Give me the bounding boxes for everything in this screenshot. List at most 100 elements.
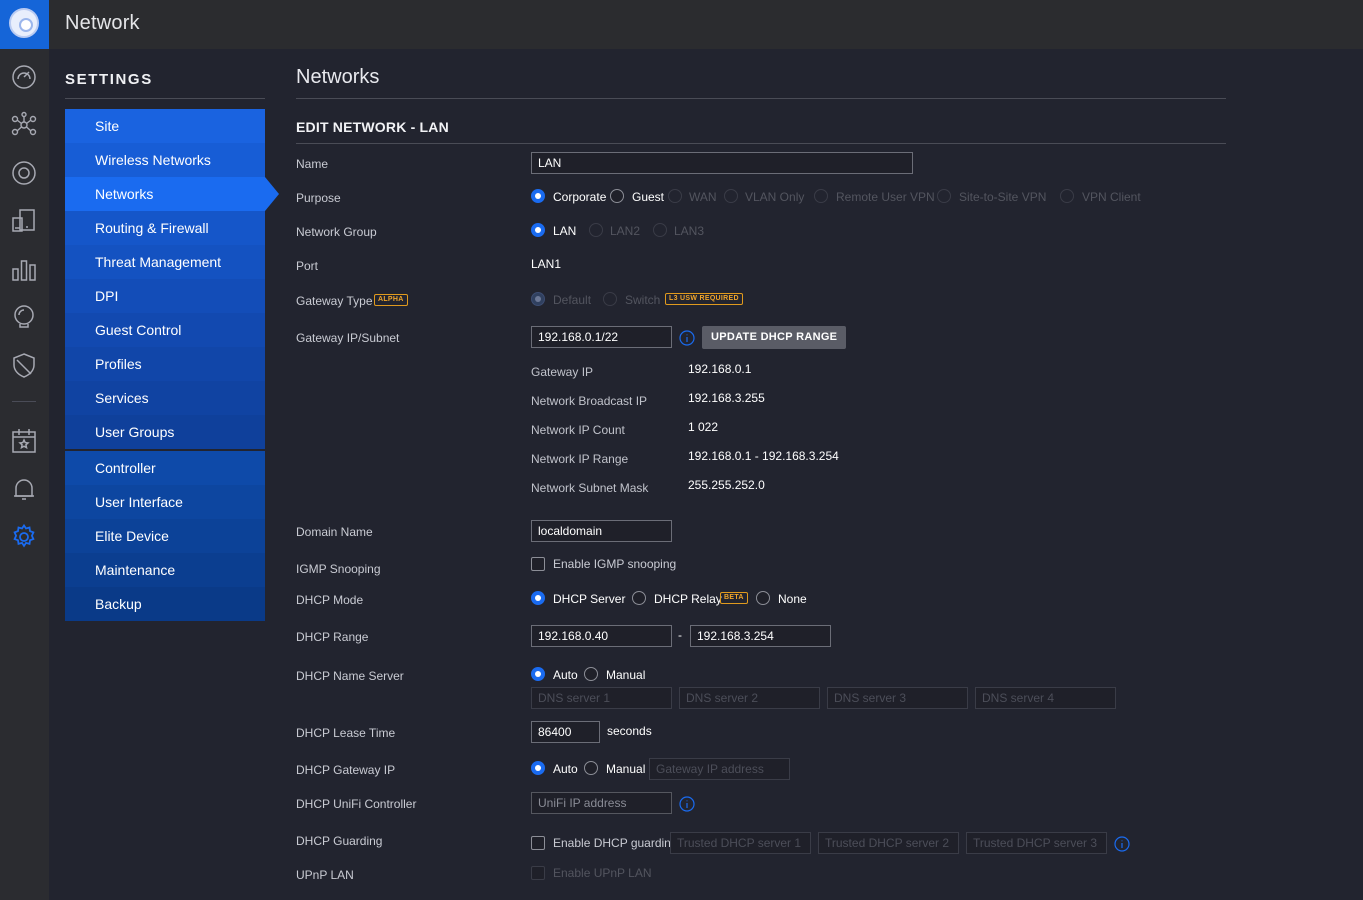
gateway-ip-label: Gateway IP: [531, 365, 594, 379]
unifi-logo-icon[interactable]: [0, 0, 49, 49]
unifi-ip-address-input[interactable]: UniFi IP address: [531, 792, 672, 814]
nav-item-guest-control[interactable]: Guest Control: [65, 313, 265, 347]
statistics-icon[interactable]: [10, 255, 38, 283]
dhcp-gateway-ip-input[interactable]: Gateway IP address: [649, 758, 790, 780]
nav-item-networks[interactable]: Networks: [65, 177, 279, 211]
dhcp-lease-time-input[interactable]: 86400: [531, 721, 600, 743]
dashboard-icon[interactable]: [10, 63, 38, 91]
nav-item-site[interactable]: Site: [65, 109, 265, 143]
dhcp-gateway-ip-option-label: Manual: [606, 762, 646, 776]
nav-item-elite-device[interactable]: Elite Device: [65, 519, 265, 553]
upnp-lan-checkbox[interactable]: [531, 866, 545, 880]
dhcp-gateway-ip-radio-manual[interactable]: [584, 761, 598, 775]
dhcp-name-server-option-label: Auto: [553, 668, 578, 682]
network-group-radio-lan[interactable]: [531, 223, 545, 237]
dns-server-4-input[interactable]: DNS server 4: [975, 687, 1116, 709]
igmp-snooping-label: IGMP Snooping: [296, 562, 381, 576]
nav-item-threat-management[interactable]: Threat Management: [65, 245, 265, 279]
gateway-type-label: Gateway Type: [296, 294, 373, 308]
network-group-option-label: LAN3: [674, 224, 705, 238]
nav-item-services[interactable]: Services: [65, 381, 265, 415]
update-dhcp-range-button[interactable]: UPDATE DHCP RANGE: [702, 326, 847, 349]
nav-item-profiles[interactable]: Profiles: [65, 347, 265, 381]
trusted-dhcp-server-2-input[interactable]: Trusted DHCP server 2: [818, 832, 959, 854]
gateway-type-radio-switch[interactable]: [603, 292, 617, 306]
app-title: Network: [65, 12, 140, 34]
dhcp-gateway-ip-radio-auto[interactable]: [531, 761, 545, 775]
dhcp-guarding-checkbox[interactable]: [531, 836, 545, 850]
topology-icon[interactable]: [10, 111, 38, 139]
section-title: EDIT NETWORK - LAN: [296, 119, 449, 135]
purpose-radio-wan[interactable]: [668, 189, 682, 203]
dns-server-3-input[interactable]: DNS server 3: [827, 687, 968, 709]
gateway-type-option-label: Switch: [625, 293, 661, 307]
nav-item-wireless-networks[interactable]: Wireless Networks: [65, 143, 265, 177]
dhcp-lease-time-label: DHCP Lease Time: [296, 726, 396, 740]
purpose-option-label: Guest: [632, 190, 665, 204]
info-icon[interactable]: [679, 330, 695, 346]
dhcp-mode-radio-server[interactable]: [531, 591, 545, 605]
dhcp-name-server-radio-manual[interactable]: [584, 667, 598, 681]
dns-server-1-input[interactable]: DNS server 1: [531, 687, 672, 709]
dhcp-mode-label: DHCP Mode: [296, 593, 364, 607]
l3-usw-required-badge: L3 USW REQUIRED: [665, 293, 743, 305]
nav-item-user-interface[interactable]: User Interface: [65, 485, 265, 519]
devices-icon[interactable]: [10, 159, 38, 187]
dhcp-name-server-radio-auto[interactable]: [531, 667, 545, 681]
settings-title: SETTINGS: [65, 71, 153, 88]
dhcp-gateway-ip-label: DHCP Gateway IP: [296, 763, 396, 777]
gateway-type-option-label: Default: [553, 293, 592, 307]
nav-item-user-groups[interactable]: User Groups: [65, 415, 265, 449]
port-value: LAN1: [531, 257, 562, 271]
nav-item-controller[interactable]: Controller: [65, 451, 265, 485]
dhcp-range-end-input[interactable]: 192.168.3.254: [690, 625, 831, 647]
purpose-radio-vlan-only[interactable]: [724, 189, 738, 203]
settings-nav-group-1: Site Wireless Networks Networks Routing …: [65, 109, 279, 449]
info-icon[interactable]: [1114, 836, 1130, 852]
purpose-radio-site-to-site-vpn[interactable]: [937, 189, 951, 203]
purpose-option-label: WAN: [689, 190, 717, 204]
dhcp-range-start-input[interactable]: 192.168.0.40: [531, 625, 672, 647]
purpose-radio-remote-user-vpn[interactable]: [814, 189, 828, 203]
info-icon[interactable]: [679, 796, 695, 812]
settings-icon[interactable]: [10, 523, 38, 551]
dhcp-name-server-option-label: Manual: [606, 668, 646, 682]
purpose-radio-vpn-client[interactable]: [1060, 189, 1074, 203]
nav-item-maintenance[interactable]: Maintenance: [65, 553, 265, 587]
ip-count-value: 1 022: [688, 420, 719, 434]
threat-icon[interactable]: [10, 351, 38, 379]
nav-item-routing-firewall[interactable]: Routing & Firewall: [65, 211, 265, 245]
clients-icon[interactable]: [10, 207, 38, 235]
upnp-lan-label: UPnP LAN: [296, 868, 354, 882]
name-input[interactable]: LAN: [531, 152, 913, 174]
network-group-radio-lan2[interactable]: [589, 223, 603, 237]
dhcp-lease-time-unit: seconds: [607, 724, 652, 738]
dns-server-2-input[interactable]: DNS server 2: [679, 687, 820, 709]
gateway-type-radio-default[interactable]: [531, 292, 545, 306]
rail-divider: [12, 401, 36, 402]
broadcast-ip-label: Network Broadcast IP: [531, 394, 648, 408]
nav-item-dpi[interactable]: DPI: [65, 279, 265, 313]
purpose-label: Purpose: [296, 191, 341, 205]
trusted-dhcp-server-3-input[interactable]: Trusted DHCP server 3: [966, 832, 1107, 854]
gateway-ip-subnet-input[interactable]: 192.168.0.1/22: [531, 326, 672, 348]
dhcp-mode-radio-none[interactable]: [756, 591, 770, 605]
igmp-snooping-checkbox-label: Enable IGMP snooping: [553, 557, 677, 571]
insights-icon[interactable]: [10, 303, 38, 331]
alerts-icon[interactable]: [10, 475, 38, 503]
domain-name-input[interactable]: localdomain: [531, 520, 672, 542]
events-icon[interactable]: [10, 427, 38, 455]
trusted-dhcp-server-1-input[interactable]: Trusted DHCP server 1: [670, 832, 811, 854]
nav-item-backup[interactable]: Backup: [65, 587, 265, 621]
igmp-snooping-checkbox[interactable]: [531, 557, 545, 571]
purpose-option-label: Remote User VPN: [836, 190, 935, 204]
broadcast-ip-value: 192.168.3.255: [688, 391, 765, 405]
dhcp-mode-radio-relay[interactable]: [632, 591, 646, 605]
beta-badge: BETA: [720, 592, 748, 604]
purpose-radio-guest[interactable]: [610, 189, 624, 203]
network-group-label: Network Group: [296, 225, 377, 239]
network-group-radio-lan3[interactable]: [653, 223, 667, 237]
dhcp-mode-option-label: None: [778, 592, 807, 606]
purpose-radio-corporate[interactable]: [531, 189, 545, 203]
settings-nav-group-2: Controller User Interface Elite Device M…: [65, 451, 265, 621]
